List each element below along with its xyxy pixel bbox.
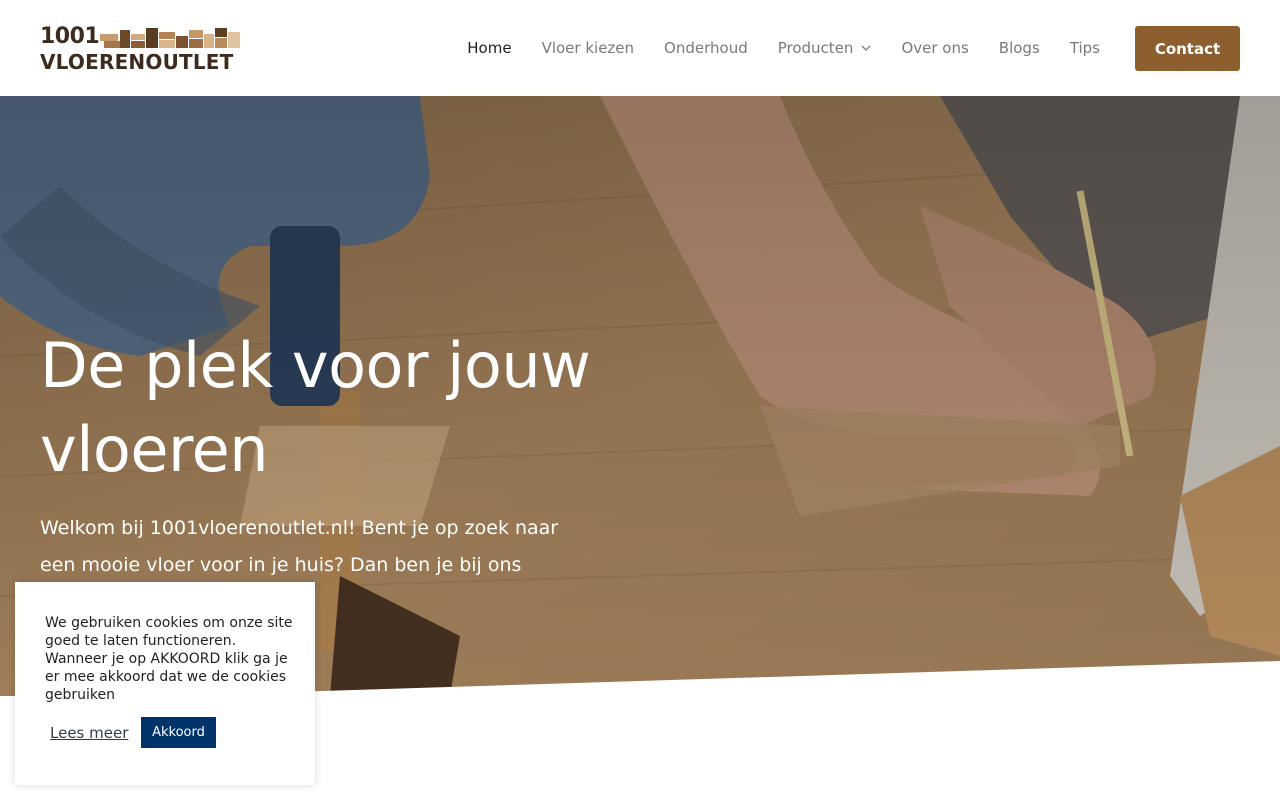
wood-tiles-logo-icon xyxy=(100,28,240,48)
read-more-link[interactable]: Lees meer xyxy=(50,724,128,742)
nav-label-onderhoud: Onderhoud xyxy=(664,39,748,57)
nav-label-tips: Tips xyxy=(1069,39,1100,57)
nav-label-home: Home xyxy=(467,39,512,57)
hero-text-block: De plek voor jouw vloeren Welkom bij 100… xyxy=(40,324,600,621)
nav-label-over-ons: Over ons xyxy=(901,39,969,57)
cookie-consent-popup: We gebruiken cookies om onze site goed t… xyxy=(15,582,315,785)
nav-item-onderhoud[interactable]: Onderhoud xyxy=(664,39,748,57)
cookie-consent-text: We gebruiken cookies om onze site goed t… xyxy=(45,615,293,703)
site-header: 1001 VLOERENOUTLET Home Vloer kiezen Ond… xyxy=(0,0,1280,96)
nav-label-producten: Producten xyxy=(777,39,854,57)
hero-title-line-2: vloeren xyxy=(40,413,269,486)
hero-title: De plek voor jouw vloeren xyxy=(40,324,600,492)
nav-item-producten[interactable]: Producten xyxy=(778,39,872,57)
nav-item-tips[interactable]: Tips xyxy=(1070,39,1100,57)
nav-label-vloer-kiezen: Vloer kiezen xyxy=(541,39,635,57)
nav-item-blogs[interactable]: Blogs xyxy=(999,39,1040,57)
nav-label-blogs: Blogs xyxy=(998,39,1040,57)
nav-item-vloer-kiezen[interactable]: Vloer kiezen xyxy=(542,39,634,57)
logo-wordmark: VLOERENOUTLET xyxy=(40,50,234,74)
accept-cookies-button[interactable]: Akkoord xyxy=(141,717,216,748)
main-navigation: Home Vloer kiezen Onderhoud Producten Ov… xyxy=(467,0,1100,96)
site-logo[interactable]: 1001 VLOERENOUTLET xyxy=(40,24,240,74)
contact-button[interactable]: Contact xyxy=(1135,26,1240,71)
nav-item-over-ons[interactable]: Over ons xyxy=(901,39,968,57)
chevron-down-icon xyxy=(861,45,871,51)
nav-item-home[interactable]: Home xyxy=(467,39,511,57)
hero-title-line-1: De plek voor jouw xyxy=(40,329,591,402)
logo-number: 1001 xyxy=(40,24,100,49)
